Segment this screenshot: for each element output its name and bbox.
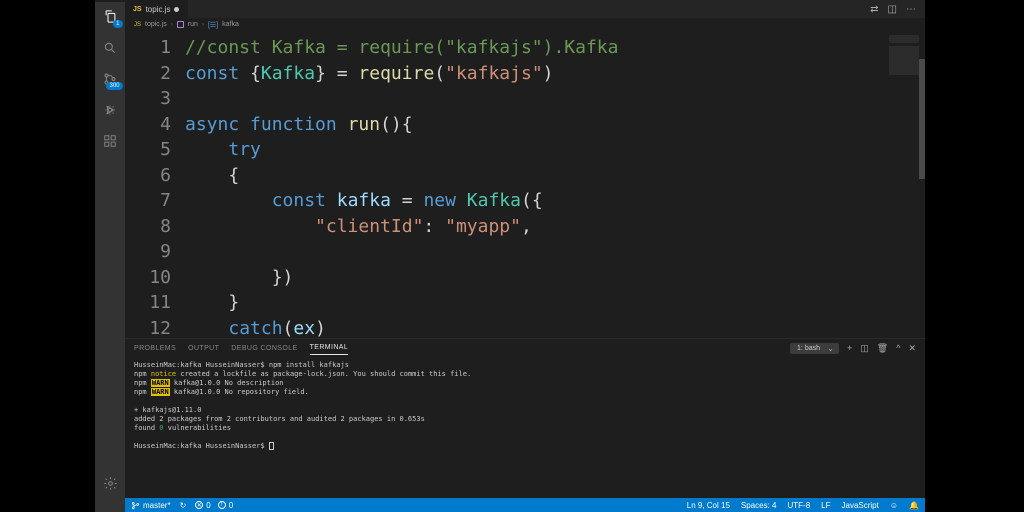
scrollbar-track[interactable] bbox=[919, 31, 925, 338]
app-frame: 1 300 JS topic.js ⇄ ◫ ⋯ bbox=[95, 0, 925, 512]
breadcrumb[interactable]: JS topic.js › run › [☰] kafka bbox=[125, 18, 925, 31]
terminal-picker[interactable]: 1: bash bbox=[790, 343, 839, 354]
more-icon[interactable]: ⋯ bbox=[906, 4, 916, 15]
new-terminal-icon[interactable]: + bbox=[847, 343, 852, 353]
notifications-icon[interactable]: 🔔 bbox=[909, 501, 919, 510]
scrollbar-thumb[interactable] bbox=[919, 59, 925, 179]
language-mode[interactable]: JavaScript bbox=[842, 501, 879, 510]
panel-tabs: PROBLEMS OUTPUT DEBUG CONSOLE TERMINAL 1… bbox=[125, 339, 925, 357]
line-col[interactable]: Ln 9, Col 15 bbox=[687, 501, 730, 510]
terminal-cursor bbox=[269, 442, 274, 450]
tab-debug-console[interactable]: DEBUG CONSOLE bbox=[231, 342, 297, 355]
breadcrumb-fn2: kafka bbox=[222, 21, 239, 28]
variable-icon: [☰] bbox=[208, 21, 218, 29]
tab-filename: topic.js bbox=[146, 5, 171, 14]
activity-bar: 1 300 bbox=[95, 2, 125, 512]
js-file-icon: JS bbox=[133, 6, 142, 13]
tab-topic-js[interactable]: JS topic.js bbox=[125, 0, 188, 18]
line-gutter: 123456789101112 bbox=[125, 31, 185, 338]
sync-indicator[interactable]: ↻ bbox=[180, 501, 187, 510]
errors-indicator[interactable]: ✕ 0 ! 0 bbox=[195, 501, 233, 510]
maximize-panel-icon[interactable]: ^ bbox=[896, 343, 900, 353]
branch-indicator[interactable]: master* bbox=[131, 501, 171, 510]
tab-output[interactable]: OUTPUT bbox=[188, 342, 219, 355]
bottom-panel: PROBLEMS OUTPUT DEBUG CONSOLE TERMINAL 1… bbox=[125, 338, 925, 498]
eol[interactable]: LF bbox=[821, 501, 830, 510]
tab-terminal[interactable]: TERMINAL bbox=[310, 341, 349, 355]
modified-dot-icon bbox=[174, 7, 179, 12]
editor-actions: ⇄ ◫ ⋯ bbox=[870, 4, 925, 15]
extensions-icon[interactable] bbox=[102, 132, 119, 149]
scm-icon[interactable]: 300 bbox=[102, 70, 119, 87]
js-file-icon: JS bbox=[134, 22, 141, 28]
minimap[interactable] bbox=[889, 35, 919, 75]
chevron-right-icon: › bbox=[202, 22, 204, 28]
terminal-output[interactable]: HusseinMac:kafka HusseinNasser$ npm inst… bbox=[125, 357, 925, 498]
function-icon bbox=[177, 21, 184, 28]
code-content[interactable]: //const Kafka = require("kafkajs").Kafka… bbox=[185, 31, 925, 338]
search-icon[interactable] bbox=[102, 39, 119, 56]
status-bar: master* ↻ ✕ 0 ! 0 Ln 9, Col 15 Spaces: 4… bbox=[125, 498, 925, 512]
compare-icon[interactable]: ⇄ bbox=[870, 4, 878, 15]
editor-tabs: JS topic.js ⇄ ◫ ⋯ bbox=[125, 0, 925, 18]
split-editor-icon[interactable]: ◫ bbox=[888, 4, 897, 15]
debug-icon[interactable] bbox=[102, 101, 119, 118]
breadcrumb-file: topic.js bbox=[145, 21, 167, 28]
split-terminal-icon[interactable]: ◫ bbox=[860, 343, 869, 354]
indentation[interactable]: Spaces: 4 bbox=[741, 501, 777, 510]
tab-problems[interactable]: PROBLEMS bbox=[134, 342, 176, 355]
panel-actions: 1: bash + ◫ 🗑 ^ ✕ bbox=[790, 343, 916, 354]
kill-terminal-icon[interactable]: 🗑 bbox=[877, 343, 888, 354]
close-panel-icon[interactable]: ✕ bbox=[908, 343, 916, 354]
chevron-right-icon: › bbox=[171, 22, 173, 28]
breadcrumb-fn1: run bbox=[188, 21, 198, 28]
explorer-icon[interactable]: 1 bbox=[102, 8, 119, 25]
editor-area[interactable]: 123456789101112 //const Kafka = require(… bbox=[125, 31, 925, 338]
encoding[interactable]: UTF-8 bbox=[787, 501, 810, 510]
settings-gear-icon[interactable] bbox=[102, 475, 119, 492]
feedback-icon[interactable]: ☺ bbox=[890, 501, 898, 510]
